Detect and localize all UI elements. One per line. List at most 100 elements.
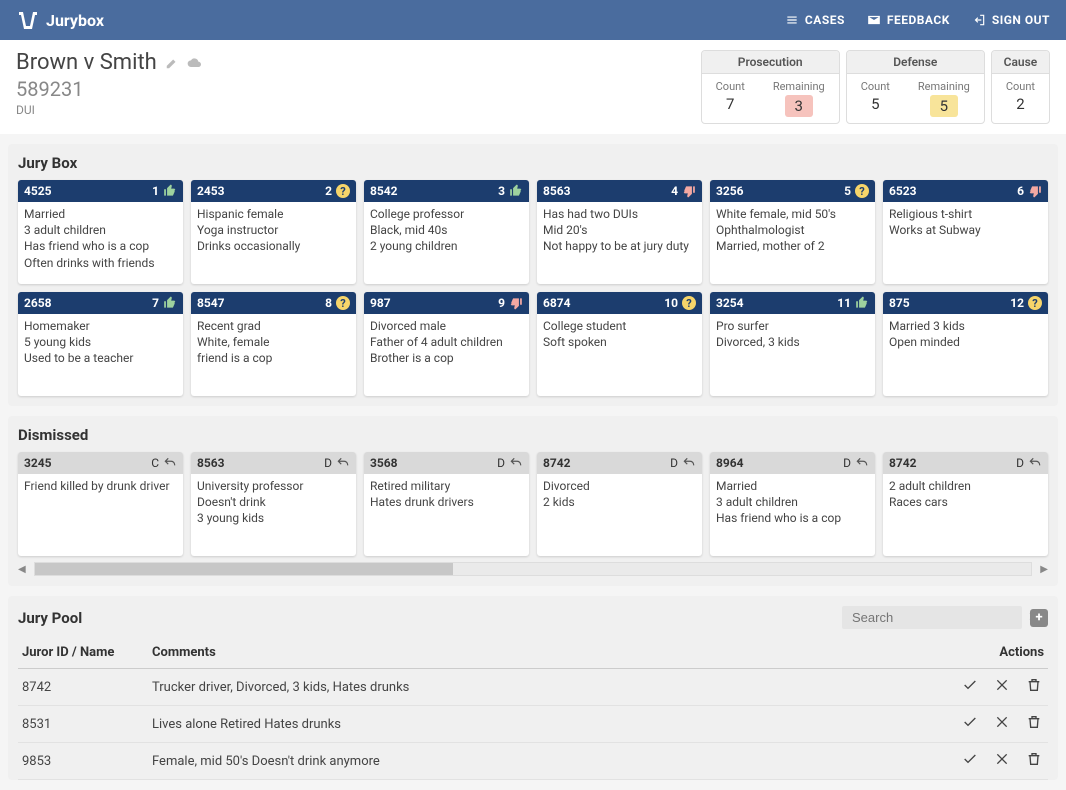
dismissed-card-head: 3568D [364, 452, 529, 474]
dismissed-card[interactable]: 8742D 2 adult childrenRaces cars [883, 452, 1048, 556]
signout-icon [972, 13, 986, 27]
edit-icon[interactable] [165, 56, 179, 70]
pool-row[interactable]: 8531Lives alone Retired Hates drunks [18, 706, 1048, 743]
scroll-thumb[interactable] [35, 563, 454, 575]
jury-box-section: Jury Box 45251 Married3 adult childrenHa… [8, 144, 1058, 406]
defense-count: Count 5 [847, 74, 904, 123]
delete-icon[interactable] [1026, 751, 1044, 767]
juror-id: 3254 [716, 296, 744, 310]
juror-card[interactable]: 85478 ?Recent gradWhite, femalefriend is… [191, 292, 356, 396]
pool-row[interactable]: 8742Trucker driver, Divorced, 3 kids, Ha… [18, 669, 1048, 706]
case-type: DUI [16, 103, 203, 117]
search-box[interactable]: ✕ [842, 606, 1022, 629]
juror-seq: 7 [152, 296, 177, 310]
juror-id: 875 [889, 296, 910, 310]
juror-card-head: 85634 [537, 180, 702, 202]
juror-seq: 4 [671, 184, 696, 198]
scroll-left-icon[interactable]: ◀ [18, 564, 26, 575]
juror-card[interactable]: 85423 College professorBlack, mid 40s2 y… [364, 180, 529, 284]
list-icon [785, 13, 799, 27]
juror-card-body: Hispanic femaleYoga instructorDrinks occ… [191, 202, 356, 259]
accept-icon[interactable] [962, 714, 980, 730]
dismissed-card-body: Married3 adult childrenHas friend who is… [710, 474, 875, 531]
undo-icon[interactable] [509, 456, 523, 470]
dismissed-note: Divorced [543, 478, 696, 494]
scroll-right-icon[interactable]: ▶ [1040, 564, 1048, 575]
juror-id: 2658 [24, 296, 52, 310]
juror-card[interactable]: 45251 Married3 adult childrenHas friend … [18, 180, 183, 284]
dismissed-card[interactable]: 8563D University professorDoesn't drink3… [191, 452, 356, 556]
reject-icon[interactable] [994, 714, 1012, 730]
accept-icon[interactable] [962, 751, 980, 767]
nav-cases[interactable]: CASES [785, 13, 845, 27]
juror-card-body: Divorced maleFather of 4 adult childrenB… [364, 314, 529, 371]
juror-card[interactable]: 87512 ?Married 3 kidsOpen minded [883, 292, 1048, 396]
thumb-down-icon [1028, 184, 1042, 198]
juror-card[interactable]: 687410 ?College studentSoft spoken [537, 292, 702, 396]
add-juror-button[interactable]: + [1030, 609, 1048, 627]
dismissed-card[interactable]: 3568D Retired militaryHates drunk driver… [364, 452, 529, 556]
pool-juror-id: 8742 [18, 669, 148, 706]
juror-card[interactable]: 325411 Pro surferDivorced, 3 kids [710, 292, 875, 396]
thumb-up-icon [509, 184, 523, 198]
juror-note: Father of 4 adult children [370, 334, 523, 350]
delete-icon[interactable] [1026, 677, 1044, 693]
juror-card[interactable]: 65236 Religious t-shirtWorks at Subway [883, 180, 1048, 284]
undo-icon[interactable] [336, 456, 350, 470]
juror-note: Not happy to be at jury duty [543, 238, 696, 254]
pool-row[interactable]: 9853Female, mid 50's Doesn't drink anymo… [18, 743, 1048, 780]
juror-card[interactable]: 32565 ?White female, mid 50'sOphthalmolo… [710, 180, 875, 284]
juror-card[interactable]: 85634 Has had two DUIsMid 20'sNot happy … [537, 180, 702, 284]
juror-id: 987 [370, 296, 391, 310]
juror-id: 4525 [24, 184, 52, 198]
juror-card-head: 687410 ? [537, 292, 702, 314]
juror-note: Brother is a cop [370, 350, 523, 366]
reject-icon[interactable] [994, 751, 1012, 767]
juror-note: College professor [370, 206, 523, 222]
dismissed-card[interactable]: 3245C Friend killed by drunk driver [18, 452, 183, 556]
dismissed-card[interactable]: 8742D Divorced2 kids [537, 452, 702, 556]
juror-card[interactable]: 2453 2 ? Hispanic femaleYoga instructorDri… [191, 180, 356, 284]
reject-icon[interactable] [994, 677, 1012, 693]
juror-card[interactable]: 2658 7 Homemaker5 young kidsUsed to be a … [18, 292, 183, 396]
cause-count: Count 2 [992, 74, 1049, 119]
dismissed-code: D [843, 456, 869, 470]
juror-card-body: Religious t-shirtWorks at Subway [883, 202, 1048, 242]
dismissed-card-head: 8742D [883, 452, 1048, 474]
defense-remaining: Remaining 5 [904, 74, 984, 123]
nav-signout[interactable]: SIGN OUT [972, 13, 1050, 27]
juror-id: 2453 [197, 184, 225, 198]
case-header: Brown v Smith 589231 DUI Prosecution Cou… [0, 40, 1066, 134]
dismissed-id: 8742 [889, 456, 917, 470]
juror-card-head: 4525 1 [18, 180, 183, 202]
delete-icon[interactable] [1026, 714, 1044, 730]
jury-pool-section: Jury Pool ✕ + Juror ID / Name Comments A… [8, 596, 1058, 780]
dismissed-card[interactable]: 8964D Married3 adult childrenHas friend … [710, 452, 875, 556]
undo-icon[interactable] [855, 456, 869, 470]
juror-card-head: 9879 [364, 292, 529, 314]
juror-seq: 2 ? [325, 184, 350, 198]
count-group-defense: Defense Count 5 Remaining 5 [846, 50, 985, 124]
nav-feedback[interactable]: FEEDBACK [867, 13, 950, 27]
search-input[interactable] [852, 610, 1028, 625]
juror-card-body: White female, mid 50'sOphthalmologistMar… [710, 202, 875, 259]
logo[interactable]: Jurybox [16, 8, 104, 32]
undo-icon[interactable] [163, 456, 177, 470]
dismissed-scrollbar[interactable]: ◀ ▶ [18, 562, 1048, 576]
accept-icon[interactable] [962, 677, 980, 693]
dismissed-card-body: University professorDoesn't drink3 young… [191, 474, 356, 531]
juror-seq: 1 [152, 184, 177, 198]
undo-icon[interactable] [1028, 456, 1042, 470]
juror-card-body: Homemaker5 young kidsUsed to be a teache… [18, 314, 183, 371]
scroll-track[interactable] [34, 562, 1033, 576]
dismissed-card-head: 8563D [191, 452, 356, 474]
dismissed-id: 3245 [24, 456, 52, 470]
cloud-icon[interactable] [187, 55, 203, 71]
juror-card[interactable]: 9879 Divorced maleFather of 4 adult chil… [364, 292, 529, 396]
undo-icon[interactable] [682, 456, 696, 470]
jury-box-title: Jury Box [18, 154, 1048, 172]
juror-card-body: College professorBlack, mid 40s2 young c… [364, 202, 529, 259]
count-group-cause: Cause Count 2 [991, 50, 1050, 124]
mail-icon [867, 13, 881, 27]
case-id: 589231 [16, 77, 203, 101]
